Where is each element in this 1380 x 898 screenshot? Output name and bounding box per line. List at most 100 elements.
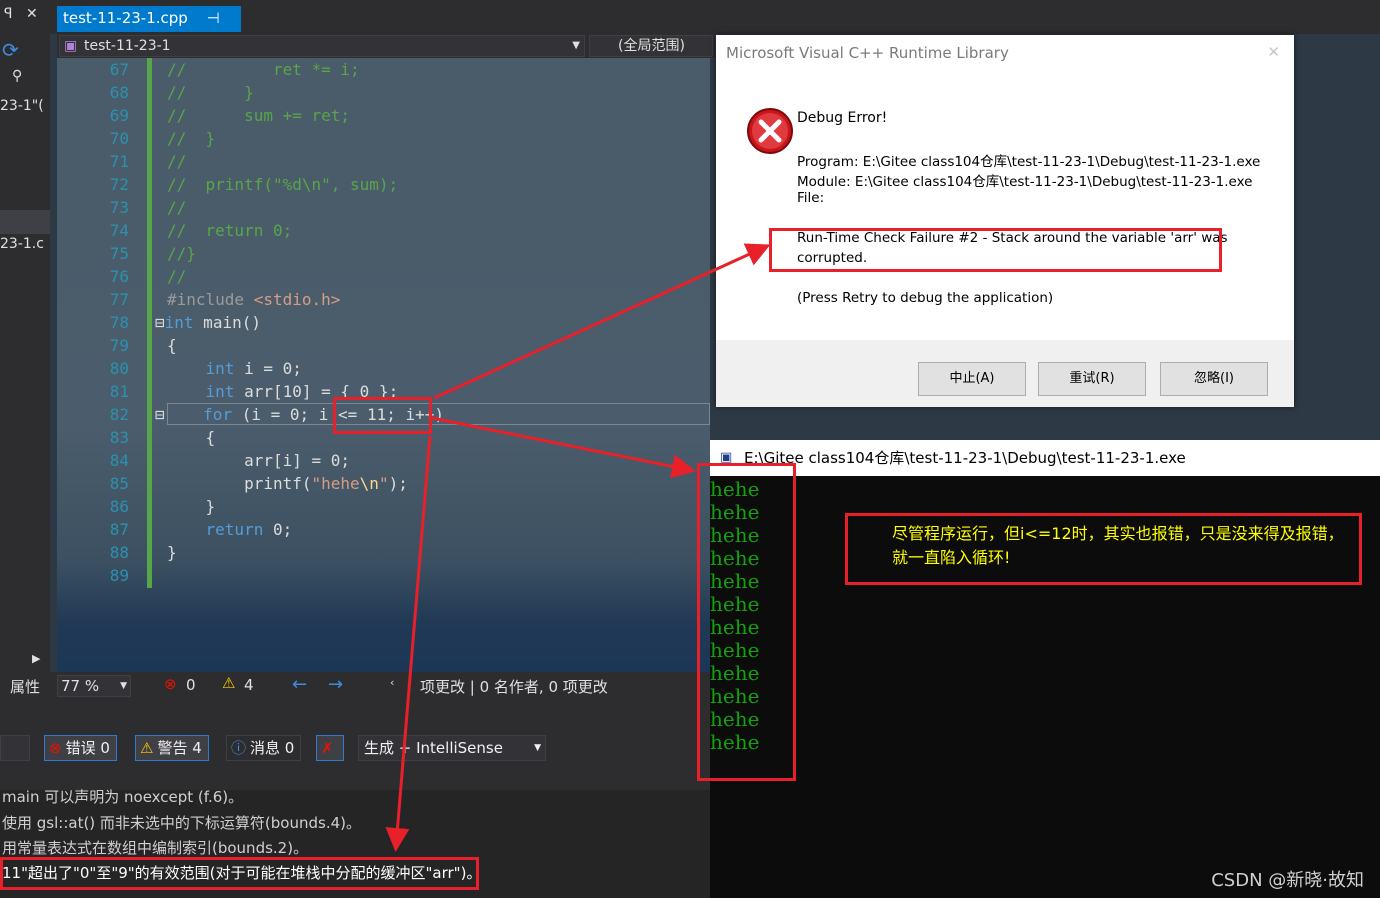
loop-condition-highlight-box <box>333 397 432 434</box>
code-line-86: } <box>167 497 216 516</box>
line-number: 83 <box>109 428 129 447</box>
code-line-88: } <box>167 543 177 562</box>
debug-error-dialog: Microsoft Visual C++ Runtime Library ✕ D… <box>716 35 1294 407</box>
list-item[interactable]: main 可以声明为 noexcept (f.6)。 <box>2 786 243 807</box>
line-number: 71 <box>109 152 129 171</box>
chevron-down-icon: ▼ <box>120 681 127 691</box>
current-line-highlight <box>167 403 710 425</box>
retry-button[interactable]: 重试(R) <box>1038 362 1146 396</box>
arrow-right-icon[interactable]: → <box>328 674 343 695</box>
project-icon: ▣ <box>64 38 78 54</box>
filter-icon[interactable]: ✗ <box>316 735 344 761</box>
error-count[interactable]: 0 <box>186 676 196 694</box>
search-icon[interactable]: ⚲ <box>12 68 22 84</box>
selection-highlight <box>0 210 50 234</box>
code-line-87: return 0; <box>205 520 293 539</box>
error-icon: ⊗ <box>164 675 177 693</box>
code-line-68: // } <box>167 83 254 102</box>
abort-button[interactable]: 中止(A) <box>918 362 1026 396</box>
messages-filter-label: 消息 0 <box>250 739 295 757</box>
code-line-75: //} <box>167 244 196 263</box>
warning-count[interactable]: 4 <box>244 676 254 694</box>
build-source-dropdown[interactable]: 生成 + IntelliSense ▼ <box>358 735 546 761</box>
line-number: 74 <box>109 221 129 240</box>
scope-label: (全局范围) <box>618 38 685 54</box>
zoom-dropdown[interactable]: 77 % ▼ <box>57 675 131 697</box>
line-number: 85 <box>109 474 129 493</box>
scope-dropdown[interactable]: (全局范围) <box>589 35 713 57</box>
close-icon[interactable]: ✕ <box>1267 43 1280 61</box>
console-title-bar: ▣ E:\Gitee class104仓库\test-11-23-1\Debug… <box>710 440 1380 476</box>
pin-icon[interactable]: ꟼ <box>4 6 12 22</box>
list-item[interactable]: 使用 gsl::at() 而非未选中的下标运算符(bounds.4)。 <box>2 812 361 833</box>
program-path: Program: E:\Gitee class104仓库\test-11-23-… <box>797 154 1261 170</box>
dialog-title: Microsoft Visual C++ Runtime Library <box>726 44 1009 62</box>
code-line-73: // <box>167 198 187 217</box>
warning-icon: ⚠ <box>222 674 236 692</box>
zoom-value: 77 % <box>61 677 100 695</box>
code-line-80: int i = 0; <box>205 359 302 378</box>
warnings-filter-label: 警告 4 <box>157 739 202 757</box>
error-icon: ⊗ <box>49 739 62 757</box>
refresh-icon[interactable]: ⟳ <box>2 38 19 62</box>
line-number: 80 <box>109 359 129 378</box>
warning-icon: ⚠ <box>140 739 154 757</box>
navigation-bar: ▣ test-11-23-1 ▼ (全局范围) <box>57 34 715 59</box>
failure-highlight-box <box>769 228 1222 272</box>
line-number: 79 <box>109 336 129 355</box>
file-label: File: <box>797 190 825 206</box>
scope-filter-dropdown[interactable] <box>0 735 30 761</box>
module-path: Module: E:\Gitee class104仓库\test-11-23-1… <box>797 174 1253 190</box>
code-line-69: // sum += ret; <box>167 106 351 125</box>
console-window: ▣ E:\Gitee class104仓库\test-11-23-1\Debug… <box>710 440 1380 898</box>
line-number: 82 <box>109 405 129 424</box>
change-summary[interactable]: 项更改 | 0 名作者, 0 项更改 <box>420 676 608 697</box>
line-number: 88 <box>109 543 129 562</box>
dialog-body: Microsoft Visual C++ Runtime Library ✕ D… <box>716 35 1294 340</box>
code-line-67: // ret *= i; <box>167 60 360 79</box>
console-output-highlight-box <box>697 463 796 781</box>
code-line-72: // printf("%d\n", sum); <box>167 175 399 194</box>
ignore-button[interactable]: 忽略(I) <box>1160 362 1268 396</box>
codelens-icon: ‹ <box>390 676 395 689</box>
code-line-70: // } <box>167 129 216 148</box>
line-number: 87 <box>109 520 129 539</box>
code-line-77: #include <stdio.h> <box>167 290 341 309</box>
line-number: 70 <box>109 129 129 148</box>
error-icon <box>747 108 793 154</box>
arrow-left-icon[interactable]: ← <box>292 674 307 695</box>
code-editor[interactable]: 67 68 69 70 71 72 73 74 75 76 77 78 79 80 81 82 83 84 85 86… <box>57 58 710 672</box>
dialog-footer: 中止(A) 重试(R) 忽略(I) <box>716 340 1294 407</box>
properties-label[interactable]: 属性 <box>10 676 40 697</box>
line-number: 78 <box>109 313 129 332</box>
watermark: CSDN @新晓·故知 <box>1211 870 1364 891</box>
pin-tab-icon[interactable]: ⊣ <box>207 9 220 27</box>
code-line-76: // <box>167 267 187 286</box>
code-line-74: // return 0; <box>167 221 293 240</box>
solution-explorer-strip: ꟼ ✕ ⟳ ⚲ 23-1"( 23-1.c ▶ <box>0 0 50 700</box>
messages-filter-button[interactable]: ⓘ 消息 0 <box>226 735 302 761</box>
list-item[interactable]: 用常量表达式在数组中编制索引(bounds.2)。 <box>2 837 308 858</box>
close-icon[interactable]: ✕ <box>26 6 38 22</box>
warnings-filter-button[interactable]: ⚠ 警告 4 <box>135 735 209 761</box>
tree-item[interactable]: 23-1"( <box>0 98 44 114</box>
project-name: test-11-23-1 <box>84 38 171 54</box>
line-number: 76 <box>109 267 129 286</box>
tab-test-cpp[interactable]: test-11-23-1.cpp ⊣ ✕ <box>57 6 241 51</box>
project-dropdown[interactable]: ▣ test-11-23-1 ▼ <box>59 35 585 57</box>
line-number: 75 <box>109 244 129 263</box>
editor-status-bar: 属性 77 % ▼ ⊗ 0 ⚠ 4 ← → ‹ 项更改 | 0 名作者, 0 项… <box>0 672 710 700</box>
line-number: 72 <box>109 175 129 194</box>
dialog-heading: Debug Error! <box>797 110 888 126</box>
code-line-71: // <box>167 152 187 171</box>
scroll-right-icon[interactable]: ▶ <box>32 652 40 665</box>
errors-filter-button[interactable]: ⊗ 错误 0 <box>44 735 117 761</box>
build-source-label: 生成 + IntelliSense <box>364 739 503 757</box>
error-list-toolbar: ⊗ 错误 0 ⚠ 警告 4 ⓘ 消息 0 ✗ 生成 + IntelliSense… <box>0 700 710 790</box>
tree-item[interactable]: 23-1.c <box>0 236 44 252</box>
console-title: E:\Gitee class104仓库\test-11-23-1\Debug\t… <box>744 449 1186 467</box>
line-number: 86 <box>109 497 129 516</box>
line-number: 69 <box>109 106 129 125</box>
document-tab-bar <box>50 0 1380 34</box>
chevron-down-icon: ▼ <box>534 743 541 753</box>
